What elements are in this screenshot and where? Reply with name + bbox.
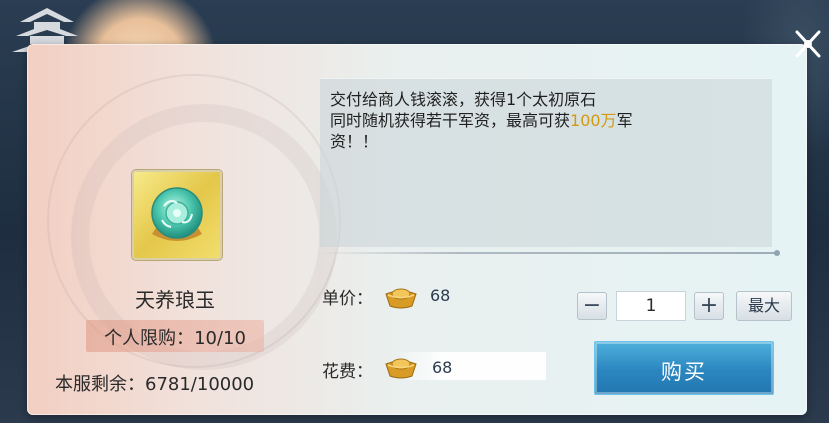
cost-value: 68 [432,358,453,377]
description-line-2-suffix: 军 [616,111,633,130]
buy-button-label: 购买 [661,360,707,384]
item-icon-frame[interactable] [132,170,222,260]
description-box: 交付给商人钱滚滚，获得1个太初原石 同时随机获得若干军资，最高可获100万军 资… [320,78,772,247]
divider-dot [774,250,780,256]
buy-button[interactable]: 购买 [594,341,774,395]
quantity-input[interactable]: 1 [616,291,686,321]
purchase-limit-value: 10/10 [194,328,246,349]
purchase-limit: 个人限购：10/10 [86,320,264,352]
increase-quantity-button[interactable]: + [694,292,724,320]
jade-disc-icon [151,187,203,241]
gold-ingot-icon [385,358,417,379]
cost-label: 花费： [322,362,373,382]
description-line-3: 资！！ [330,132,379,151]
max-quantity-button[interactable]: 最大 [736,291,792,321]
decrease-quantity-button[interactable]: − [577,292,607,320]
server-remaining-value: 6781/10000 [145,374,255,395]
server-remaining-label: 本服剩余： [55,374,145,395]
gold-ingot-icon [385,288,417,309]
cost-field [400,352,546,380]
server-remaining: 本服剩余：6781/10000 [55,370,305,396]
divider [318,252,778,254]
description-line-2-prefix: 同时随机获得若干军资，最高可获 [330,111,571,130]
description-highlight: 100万 [570,111,617,130]
description-text: 交付给商人钱滚滚，获得1个太初原石 同时随机获得若干军资，最高可获100万军 资… [330,89,760,152]
unit-price-value: 68 [430,286,451,305]
purchase-limit-label: 个人限购： [104,328,195,349]
close-icon[interactable] [791,24,823,64]
item-name: 天养琅玉 [135,288,215,312]
unit-price-label: 单价： [322,289,373,309]
description-line-1: 交付给商人钱滚滚，获得1个太初原石 [330,90,597,109]
